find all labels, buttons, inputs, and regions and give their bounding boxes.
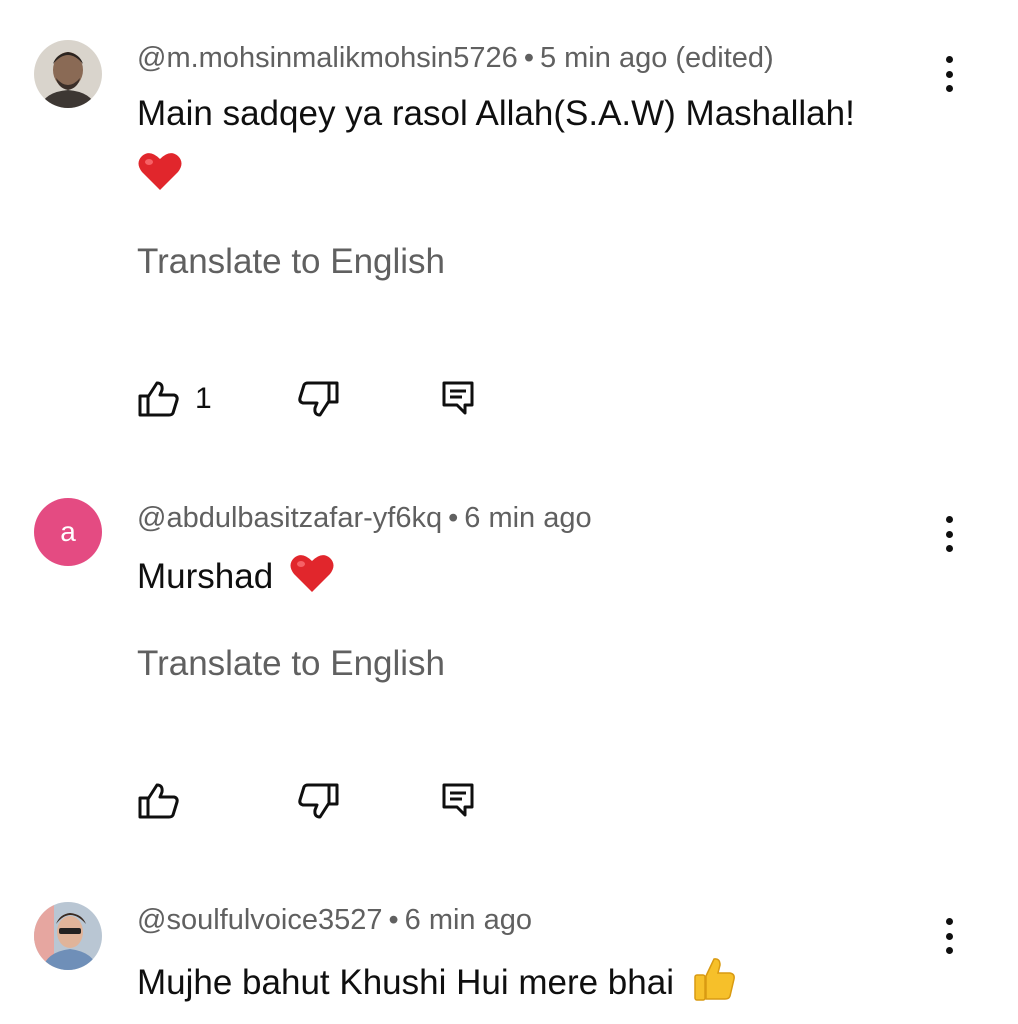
comment-text: Mujhe bahut Khushi Hui mere bhai — [137, 956, 736, 1003]
reply-button[interactable] — [441, 782, 475, 818]
thumbs-down-outline-icon — [298, 381, 339, 417]
like-count: 1 — [195, 382, 212, 415]
meta-separator: • — [388, 904, 399, 936]
avatar[interactable] — [34, 902, 102, 970]
comment-time: 6 min ago — [404, 904, 532, 936]
comment-time: 5 min ago (edited) — [539, 42, 774, 74]
comment-text: Murshad — [137, 552, 335, 597]
red-heart-emoji-icon — [138, 153, 182, 190]
translate-link[interactable]: Translate to English — [137, 242, 445, 282]
thumbs-down-outline-icon — [298, 783, 339, 819]
author-handle[interactable]: @m.mohsinmalikmohsin5726 — [137, 42, 518, 74]
thumbs-up-emoji-icon — [693, 958, 735, 1001]
meta-separator: • — [523, 42, 534, 74]
comment-reply-icon — [442, 783, 474, 817]
like-button[interactable]: 1 — [137, 380, 212, 418]
comment-text: Main sadqey ya rasol Allah(S.A.W) Mashal… — [137, 94, 855, 133]
avatar-letter: a — [60, 516, 76, 547]
user-photo-icon — [34, 40, 102, 108]
user-photo-icon — [34, 902, 102, 970]
comment-text-content: Murshad — [137, 557, 274, 596]
thumbs-up-outline-icon — [138, 381, 179, 417]
comment-emoji-line — [137, 150, 183, 192]
red-heart-emoji-icon — [290, 555, 334, 592]
dislike-button[interactable] — [296, 380, 340, 418]
dislike-button[interactable] — [296, 782, 340, 820]
comment-reply-icon — [442, 381, 474, 415]
avatar[interactable] — [34, 40, 102, 108]
comment-text-content: Mujhe bahut Khushi Hui mere bhai — [137, 963, 674, 1002]
author-handle[interactable]: @soulfulvoice3527 — [137, 904, 382, 936]
translate-link[interactable]: Translate to English — [137, 644, 445, 684]
reply-button[interactable] — [441, 380, 475, 416]
like-button[interactable] — [137, 782, 181, 820]
avatar[interactable]: a — [34, 498, 102, 566]
comment-meta: @abdulbasitzafar-yf6kq • 6 min ago — [137, 502, 592, 535]
more-vertical-icon[interactable] — [933, 512, 965, 556]
comment-meta: @m.mohsinmalikmohsin5726 • 5 min ago (edit… — [137, 42, 774, 75]
author-handle[interactable]: @abdulbasitzafar-yf6kq — [137, 502, 442, 534]
more-vertical-icon[interactable] — [933, 914, 965, 958]
comment-time: 6 min ago — [464, 502, 592, 534]
meta-separator: • — [448, 502, 459, 534]
more-vertical-icon[interactable] — [933, 52, 965, 96]
thumbs-up-outline-icon — [138, 783, 179, 819]
comment-meta: @soulfulvoice3527 • 6 min ago — [137, 904, 532, 937]
